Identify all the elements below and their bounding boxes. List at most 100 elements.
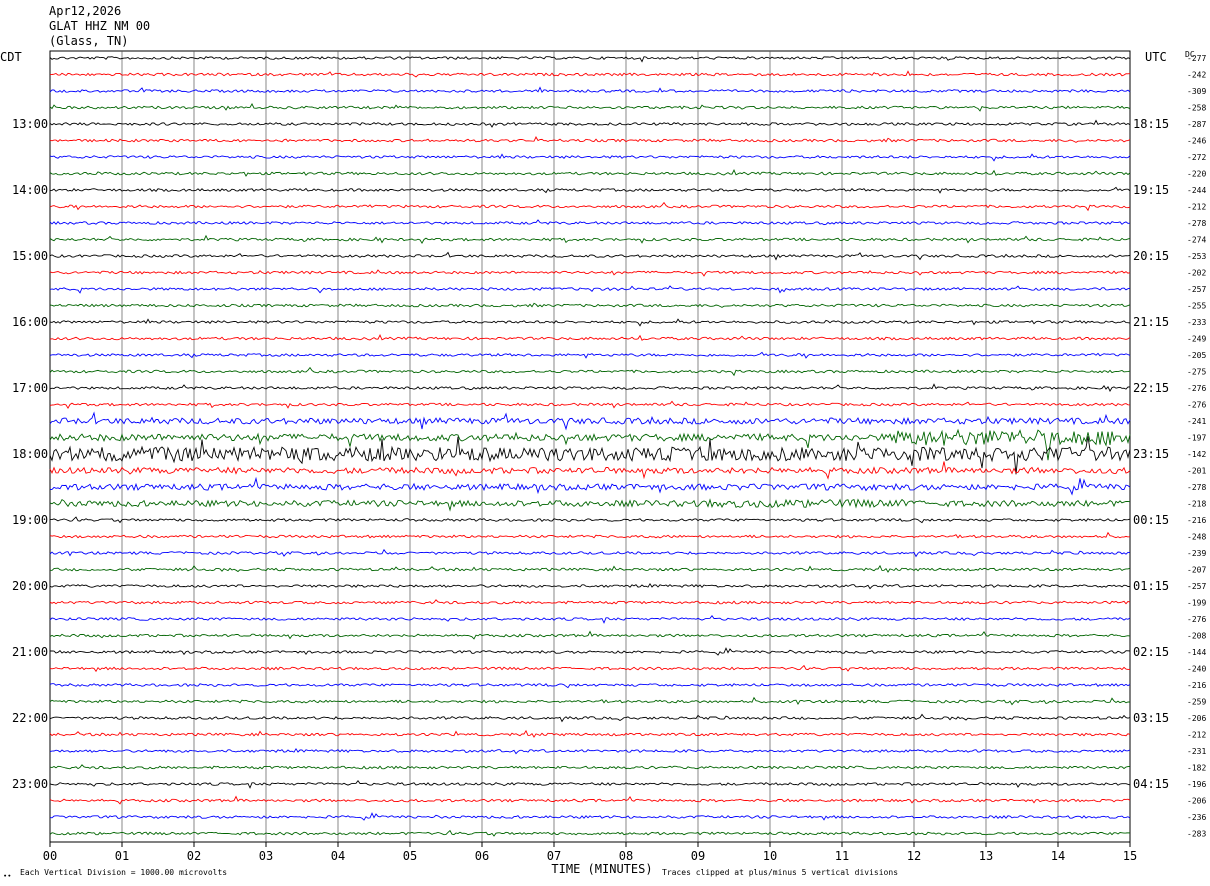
seismic-trace bbox=[49, 186, 1131, 194]
dc-offset-label: -275 bbox=[1187, 368, 1206, 377]
seismic-trace bbox=[49, 201, 1131, 212]
seismic-trace bbox=[49, 318, 1131, 327]
x-tick-label: 12 bbox=[907, 849, 921, 863]
dc-offset-label: -216 bbox=[1187, 681, 1206, 690]
seismic-trace bbox=[49, 779, 1131, 789]
x-tick-label: 10 bbox=[763, 849, 777, 863]
x-tick-label: 02 bbox=[187, 849, 201, 863]
seismic-trace bbox=[49, 219, 1131, 226]
dc-offset-label: -197 bbox=[1187, 434, 1206, 443]
dc-offset-label: -241 bbox=[1187, 417, 1206, 426]
seismic-trace bbox=[49, 86, 1131, 94]
seismic-trace bbox=[49, 531, 1131, 539]
plot-frame bbox=[49, 50, 1131, 843]
x-tick-label: 14 bbox=[1051, 849, 1065, 863]
dc-offset-label: -216 bbox=[1187, 516, 1206, 525]
seismic-trace bbox=[49, 70, 1131, 78]
dc-offset-label: -182 bbox=[1187, 764, 1206, 773]
seismic-trace bbox=[49, 548, 1131, 558]
seismic-trace bbox=[49, 103, 1131, 112]
utc-hour-label: 04:15 bbox=[1133, 777, 1169, 791]
x-tick-label: 11 bbox=[835, 849, 849, 863]
cdt-hour-label: 22:00 bbox=[12, 711, 48, 725]
cdt-hour-label: 16:00 bbox=[12, 315, 48, 329]
x-tick-label: 09 bbox=[691, 849, 705, 863]
seismic-trace bbox=[49, 498, 1131, 512]
utc-hour-label: 22:15 bbox=[1133, 381, 1169, 395]
seismic-trace bbox=[49, 564, 1131, 573]
dc-offset-label: -276 bbox=[1187, 401, 1206, 410]
seismic-trace bbox=[49, 812, 1131, 821]
dc-offset-label: -258 bbox=[1187, 104, 1206, 113]
x-tick-label: 03 bbox=[259, 849, 273, 863]
cdt-axis-title: CDT bbox=[0, 50, 22, 64]
dc-offset-label: -278 bbox=[1187, 219, 1206, 228]
utc-hour-label: 00:15 bbox=[1133, 513, 1169, 527]
clipping-note: Traces clipped at plus/minus 5 vertical … bbox=[662, 868, 898, 877]
dc-offset-label: -206 bbox=[1187, 714, 1206, 723]
utc-hour-label: 20:15 bbox=[1133, 249, 1169, 263]
dc-offset-label: -206 bbox=[1187, 797, 1206, 806]
seismic-trace bbox=[49, 764, 1131, 770]
helicorder-chart: 00 01 02 03 04 05 06 07 08 09 10 11 12 13 14 15-277-242… bbox=[0, 50, 1206, 880]
seismic-trace bbox=[49, 476, 1131, 496]
x-tick-label: 13 bbox=[979, 849, 993, 863]
dc-offset-label: -144 bbox=[1187, 648, 1206, 657]
dc-offset-label: -274 bbox=[1187, 236, 1206, 245]
trace-layer bbox=[49, 56, 1131, 837]
seismic-trace bbox=[49, 696, 1130, 706]
dc-offset-label: -242 bbox=[1187, 71, 1206, 80]
utc-hour-label: 03:15 bbox=[1133, 711, 1169, 725]
cdt-hour-label: 14:00 bbox=[12, 183, 48, 197]
seismic-trace bbox=[49, 366, 1131, 377]
seismic-trace bbox=[49, 56, 1131, 63]
seismic-trace bbox=[49, 683, 1131, 689]
dc-offset-label: -248 bbox=[1187, 533, 1206, 542]
utc-hour-label: 18:15 bbox=[1133, 117, 1169, 131]
seismic-trace bbox=[50, 647, 1131, 656]
utc-hour-label: 02:15 bbox=[1133, 645, 1169, 659]
seismic-trace bbox=[49, 614, 1131, 624]
utc-axis-title: UTC bbox=[1145, 50, 1167, 64]
seismic-trace bbox=[49, 411, 1131, 431]
seismic-trace bbox=[49, 136, 1131, 143]
dc-offset-label: -259 bbox=[1187, 698, 1206, 707]
utc-hour-label: 01:15 bbox=[1133, 579, 1169, 593]
x-tick-label: 00 bbox=[43, 849, 57, 863]
x-tick-label: 05 bbox=[403, 849, 417, 863]
dc-offset-label: -199 bbox=[1187, 599, 1206, 608]
seismic-trace bbox=[49, 251, 1131, 261]
dc-offset-label: -253 bbox=[1187, 252, 1206, 261]
seismic-trace bbox=[49, 153, 1131, 162]
cdt-hour-label: 20:00 bbox=[12, 579, 48, 593]
x-tick-label: 07 bbox=[547, 849, 561, 863]
seismic-trace bbox=[49, 795, 1131, 805]
vertical-division-note: Each Vertical Division = 1000.00 microvo… bbox=[20, 868, 227, 877]
dc-offset-label: -239 bbox=[1187, 549, 1206, 558]
dc-offset-label: -272 bbox=[1187, 153, 1206, 162]
dc-offset-label: -276 bbox=[1187, 384, 1206, 393]
dc-offset-label: -278 bbox=[1187, 483, 1206, 492]
dc-offset-label: -244 bbox=[1187, 186, 1206, 195]
dc-offset-label: -255 bbox=[1187, 302, 1206, 311]
seismic-trace bbox=[49, 400, 1131, 409]
dc-offset-label: -257 bbox=[1187, 582, 1206, 591]
x-tick-label: 01 bbox=[115, 849, 129, 863]
x-tick-label: 15 bbox=[1123, 849, 1137, 863]
cdt-hour-label: 13:00 bbox=[12, 117, 48, 131]
dc-offset-label: -208 bbox=[1187, 632, 1206, 641]
dc-offset-label: -240 bbox=[1187, 665, 1206, 674]
seismic-trace bbox=[49, 269, 1131, 277]
seismic-trace bbox=[49, 599, 1131, 605]
seismic-trace bbox=[49, 428, 1131, 461]
dc-offset-label: -205 bbox=[1187, 351, 1206, 360]
dc-offset-label: -276 bbox=[1187, 615, 1206, 624]
dc-offset-label: -196 bbox=[1187, 780, 1206, 789]
cdt-hour-label: 18:00 bbox=[12, 447, 48, 461]
seismic-trace bbox=[49, 334, 1131, 341]
seismic-trace bbox=[49, 630, 1131, 640]
dc-offset-label: -236 bbox=[1187, 813, 1206, 822]
seismic-trace bbox=[49, 351, 1131, 359]
dc-offset-label: -212 bbox=[1187, 203, 1206, 212]
dc-offset-label: -201 bbox=[1187, 467, 1206, 476]
